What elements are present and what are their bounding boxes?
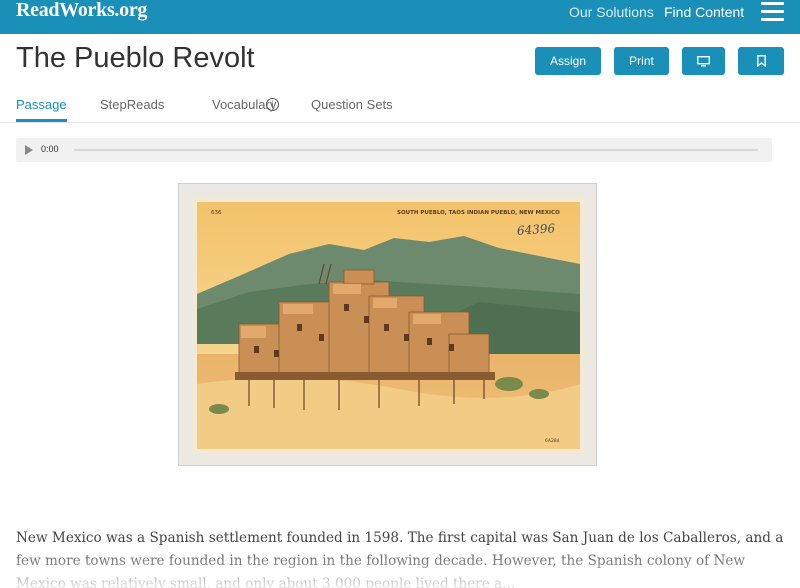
present-button[interactable]: [682, 47, 725, 75]
tab-vocabulary[interactable]: Vocabulary: [212, 97, 276, 112]
play-icon[interactable]: [25, 145, 33, 155]
passage-image: 636 SOUTH PUEBLO, TAOS INDIAN PUEBLO, NE…: [178, 183, 597, 466]
tab-stepreads-label: StepReads: [100, 97, 165, 112]
tab-question-sets[interactable]: Question Sets: [311, 97, 393, 112]
card-number: 636: [211, 210, 222, 216]
tab-passage[interactable]: Passage: [16, 97, 67, 112]
tab-stepreads[interactable]: StepReads i: [100, 97, 279, 112]
active-tab-indicator: [16, 119, 67, 122]
bookmark-icon: [756, 55, 766, 67]
top-nav-bar: ReadWorks.org Our Solutions Find Content: [0, 0, 800, 34]
nav-find-content[interactable]: Find Content: [664, 4, 744, 20]
monitor-icon: [697, 55, 710, 66]
pueblo-postcard-illustration: 636 SOUTH PUEBLO, TAOS INDIAN PUEBLO, NE…: [193, 198, 584, 453]
card-corner-code: 6A284: [545, 438, 560, 444]
bookmark-button[interactable]: [738, 47, 784, 75]
handwritten-number: 64396: [517, 221, 556, 238]
assign-button[interactable]: Assign: [535, 47, 601, 75]
audio-time: 0:00: [41, 144, 59, 154]
content-tabs: Passage StepReads i Vocabulary Question …: [0, 90, 800, 123]
passage-text: New Mexico was a Spanish settlement foun…: [16, 530, 784, 588]
nav-our-solutions[interactable]: Our Solutions: [569, 4, 654, 20]
hamburger-menu-icon[interactable]: [761, 2, 784, 22]
print-button[interactable]: Print: [614, 47, 669, 75]
readworks-logo[interactable]: ReadWorks.org: [16, 0, 147, 22]
card-caption: SOUTH PUEBLO, TAOS INDIAN PUEBLO, NEW ME…: [397, 210, 560, 216]
audio-progress-track[interactable]: [74, 149, 758, 151]
page-title: The Pueblo Revolt: [16, 42, 255, 74]
audio-player: 0:00: [16, 138, 772, 162]
